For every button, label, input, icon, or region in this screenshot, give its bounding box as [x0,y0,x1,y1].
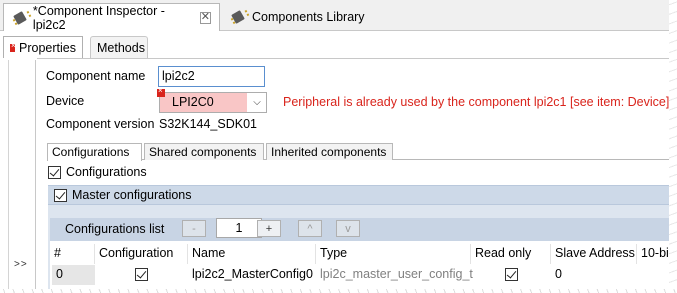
device-select[interactable]: LPI2C0 ⌵ [157,86,267,113]
row-index: 0 [52,265,95,285]
column-header: Read only [471,244,551,264]
component-name-label: Component name [46,69,146,83]
master-configurations-header[interactable]: Master configurations [48,185,671,205]
move-down-button[interactable]: v [336,220,360,237]
remove-configuration-button[interactable]: - [182,220,206,237]
component-name-input[interactable]: lpi2c2 [158,66,265,87]
configurations-table: # Configuration Name Type Read only Slav… [50,241,671,289]
type-cell: lpi2c_master_user_config_t [320,267,473,281]
configurations-list-label: Configurations list [65,222,165,236]
configurations-checkbox[interactable] [48,165,61,179]
tab-properties[interactable]: Properties [3,36,83,58]
tab-inherited-components[interactable]: Inherited components [266,143,393,160]
configuration-count[interactable]: 1 [216,218,262,238]
expand-panel-button[interactable]: >> [14,259,28,270]
properties-panel: Component name lpi2c2 Device LPI2C0 ⌵ Pe… [37,58,671,289]
view-tab-bar: Properties Methods [0,32,671,58]
read-only-cell[interactable] [471,265,551,285]
name-cell[interactable]: lpi2c2_MasterConfig0 [188,265,316,285]
configurations-list-toolbar: Configurations list [50,218,671,241]
component-inspector-window: *Component Inspector - lpi2c2 ✕ Componen… [0,0,672,290]
read-only-checkbox[interactable] [504,268,518,282]
configurations-label: Configurations [66,165,147,179]
torn-edge-bottom [0,289,677,293]
torn-edge-right [669,0,677,293]
column-header: Slave Address [551,244,637,264]
error-icon [157,86,165,97]
device-label: Device [46,94,85,108]
device-error-message: Peripheral is already used by the compon… [283,95,670,109]
collapsed-side-panel: >> [8,60,36,289]
tab-label: Properties [19,40,76,55]
tab-label: Methods [97,40,145,55]
tab-component-inspector[interactable]: *Component Inspector - lpi2c2 ✕ [3,3,220,32]
tab-configurations[interactable]: Configurations [47,143,142,161]
editor-tab-bar: *Component Inspector - lpi2c2 ✕ Componen… [0,0,671,32]
chip-icon [230,10,246,24]
tab-methods[interactable]: Methods [90,36,148,58]
tab-components-library[interactable]: Components Library [222,3,373,31]
configuration-cell[interactable] [95,265,188,285]
column-header: Name [188,244,316,264]
slave-address-cell[interactable]: 0 [551,265,637,285]
column-header: Configuration [95,244,188,264]
tab-label: *Component Inspector - lpi2c2 [32,3,165,32]
component-version-label: Component version [46,117,155,131]
chevron-down-icon[interactable]: ⌵ [250,95,264,110]
move-up-button[interactable]: ^ [298,220,322,237]
close-icon[interactable]: ✕ [199,11,212,24]
chip-icon [12,11,27,25]
device-value: LPI2C0 [160,93,247,112]
column-header: Type [316,244,471,264]
error-icon [10,41,16,52]
configuration-sub-tabs: Configurations Shared components Inherit… [47,143,671,161]
tab-label: Components Library [252,10,365,24]
column-header: 10-bi [641,246,669,260]
configuration-checkbox[interactable] [135,268,148,282]
component-version-value: S32K144_SDK01 [159,117,257,131]
master-configurations-checkbox[interactable] [54,188,67,202]
add-configuration-button[interactable]: + [257,220,281,237]
tab-shared-components[interactable]: Shared components [144,143,264,160]
column-header: # [50,244,95,264]
configurations-toggle[interactable]: Configurations [48,165,147,179]
master-configurations-label: Master configurations [72,188,192,202]
